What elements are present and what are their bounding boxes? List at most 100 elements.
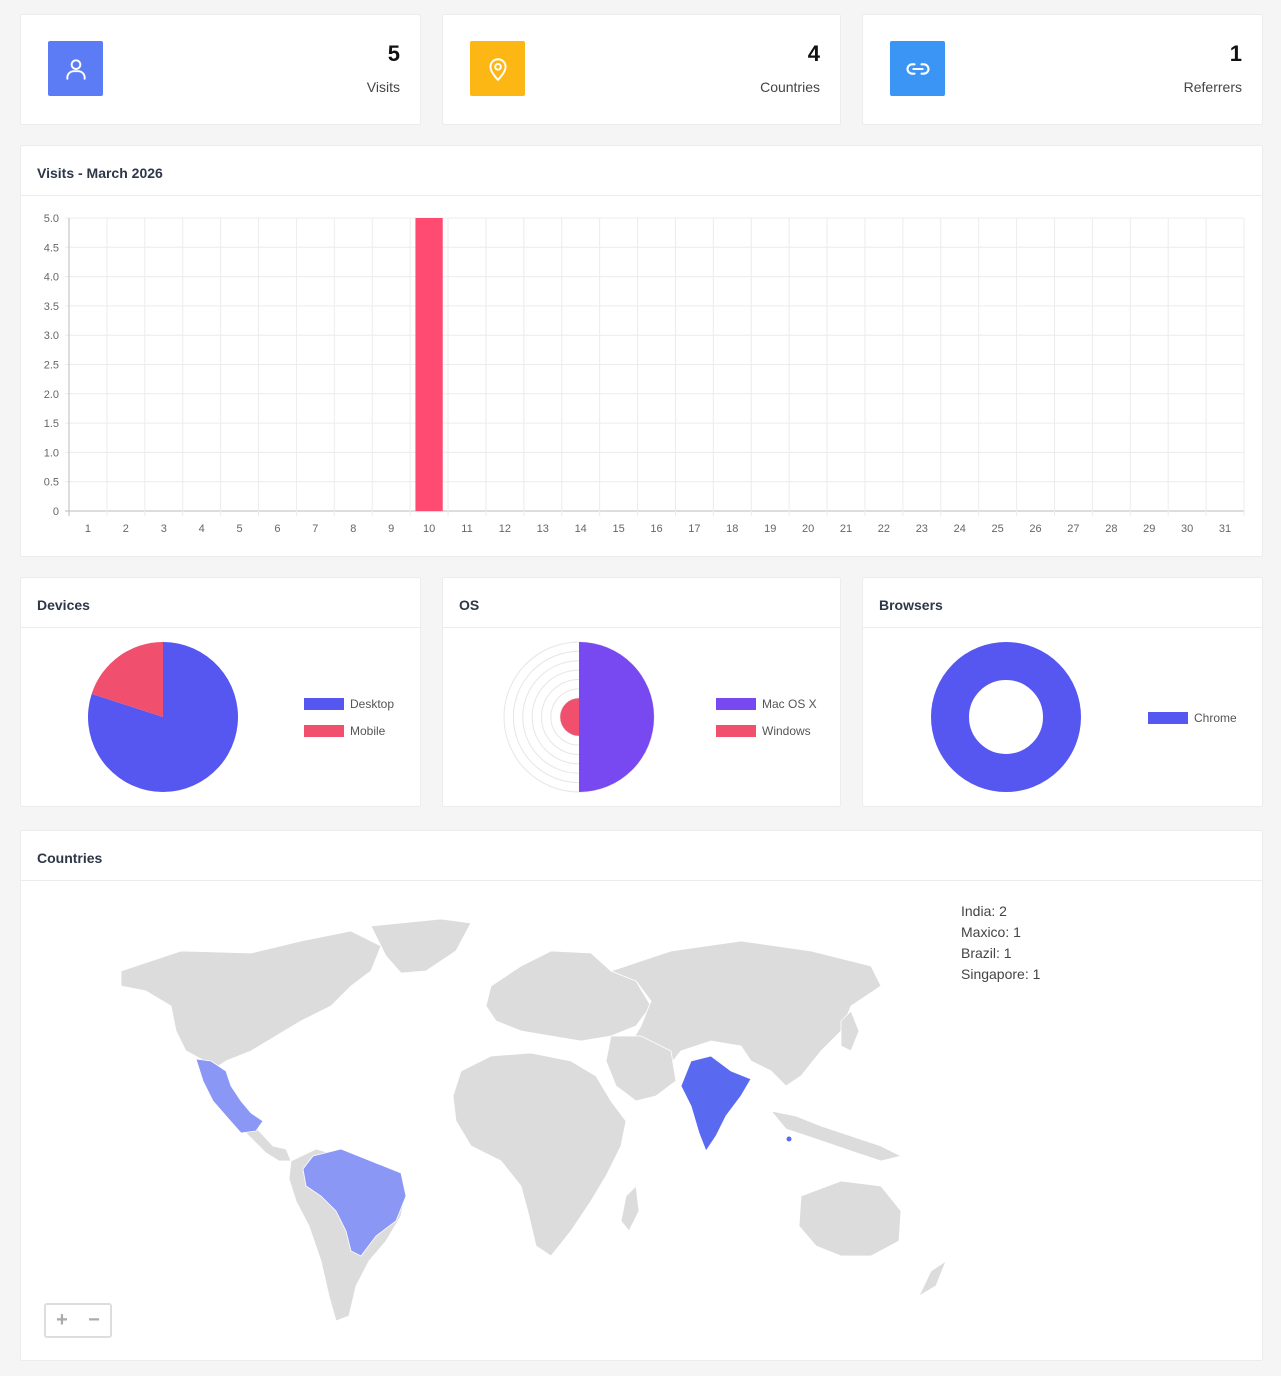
x-tick-label: 24 (954, 523, 966, 535)
bar[interactable] (415, 218, 443, 511)
devices-legend: Desktop Mobile (304, 690, 394, 744)
x-tick-label: 29 (1143, 523, 1155, 535)
browsers-title: Browsers (863, 578, 1262, 628)
zoom-in-button[interactable]: + (46, 1305, 78, 1336)
legend-item-mobile[interactable]: Mobile (304, 717, 394, 744)
x-tick-label: 2 (123, 523, 129, 535)
map-country-india[interactable] (680, 1055, 752, 1152)
x-tick-label: 7 (312, 523, 318, 535)
visits-chart-title: Visits - March 2026 (21, 146, 1262, 196)
x-tick-label: 5 (237, 523, 243, 535)
x-tick-label: 25 (992, 523, 1004, 535)
zoom-out-button[interactable]: − (78, 1305, 110, 1336)
x-tick-label: 9 (388, 523, 394, 535)
legend-item-chrome[interactable]: Chrome (1148, 704, 1237, 731)
country-item-india: India: 2 (961, 903, 1007, 919)
y-tick-label: 2.0 (44, 389, 59, 401)
country-item-brazil: Brazil: 1 (961, 945, 1012, 961)
x-tick-label: 27 (1067, 523, 1079, 535)
legend-item-desktop[interactable]: Desktop (304, 690, 394, 717)
os-card: OS Mac OS X Windows (442, 577, 841, 807)
stat-label: Countries (760, 79, 820, 95)
legend-swatch (716, 724, 756, 737)
x-tick-label: 1 (85, 523, 91, 535)
stat-value: 1 (1229, 41, 1242, 66)
devices-pie-chart (88, 642, 238, 792)
y-tick-label: 4.5 (44, 242, 59, 254)
map-region-madagascar[interactable] (620, 1185, 640, 1232)
world-map[interactable] (51, 911, 951, 1341)
legend-label: Desktop (350, 696, 395, 711)
country-visit-list: India: 2 Maxico: 1 Brazil: 1 Singapore: … (961, 901, 1040, 985)
polar-slice[interactable] (560, 698, 579, 736)
legend-swatch (716, 697, 756, 710)
x-tick-label: 4 (199, 523, 205, 535)
y-tick-label: 2.5 (44, 360, 59, 372)
x-tick-label: 13 (537, 523, 549, 535)
x-tick-label: 18 (726, 523, 738, 535)
map-region-greenland[interactable] (370, 918, 472, 974)
chart-slice[interactable] (931, 642, 1081, 792)
legend-label: Windows (762, 723, 811, 738)
y-tick-label: 4.0 (44, 272, 59, 284)
country-item-mexico: Maxico: 1 (961, 924, 1021, 940)
y-tick-label: 3.0 (44, 330, 59, 342)
map-country-singapore[interactable] (786, 1136, 792, 1142)
map-region-africa[interactable] (452, 1052, 627, 1257)
legend-swatch (304, 724, 344, 737)
stat-card-referrers: 1 Referrers (862, 14, 1263, 125)
x-tick-label: 8 (350, 523, 356, 535)
countries-card: Countries India: 2 Maxico: 1 Brazil: 1 S… (20, 830, 1263, 1361)
polar-slice[interactable] (579, 642, 654, 792)
map-zoom-controls: + − (44, 1303, 112, 1338)
x-tick-label: 26 (1029, 523, 1041, 535)
user-icon (48, 41, 103, 96)
stat-card-visits: 5 Visits (20, 14, 421, 125)
x-tick-label: 28 (1105, 523, 1117, 535)
stat-card-countries: 4 Countries (442, 14, 841, 125)
legend-label: Mac OS X (762, 696, 817, 711)
x-tick-label: 23 (916, 523, 928, 535)
x-tick-label: 16 (650, 523, 662, 535)
legend-item-windows[interactable]: Windows (716, 717, 817, 744)
x-tick-label: 21 (840, 523, 852, 535)
os-polar-chart (503, 641, 655, 793)
os-title: OS (443, 578, 840, 628)
y-tick-label: 5.0 (44, 213, 59, 225)
x-tick-label: 12 (499, 523, 511, 535)
browsers-legend: Chrome (1148, 704, 1237, 731)
os-legend: Mac OS X Windows (716, 690, 817, 744)
browsers-card: Browsers Chrome (862, 577, 1263, 807)
map-region-new-zealand[interactable] (918, 1259, 947, 1298)
map-region-australia[interactable] (798, 1180, 902, 1257)
legend-swatch (304, 697, 344, 710)
x-tick-label: 20 (802, 523, 814, 535)
link-icon (890, 41, 945, 96)
stat-value: 4 (807, 41, 820, 66)
map-region-southeast-asia[interactable] (769, 1110, 903, 1162)
map-region-north-america[interactable] (120, 930, 382, 1072)
browsers-doughnut-chart (931, 642, 1081, 792)
x-tick-label: 15 (612, 523, 624, 535)
visits-bar-chart: 00.51.01.52.02.53.03.54.04.55.01 2 3 4 5 6 7 8 9… (44, 213, 1245, 535)
y-tick-label: 0.5 (44, 477, 59, 489)
x-tick-label: 11 (461, 523, 472, 535)
countries-title: Countries (21, 831, 1262, 881)
visits-chart-card: Visits - March 2026 0 0.5 1.0 1.5 2.0 2.5 3.0 3… (20, 145, 1263, 557)
y-tick-label: 1.5 (44, 418, 59, 430)
stat-value: 5 (387, 41, 400, 66)
devices-card: Devices Desktop Mobile (20, 577, 421, 807)
x-tick-label: 14 (575, 523, 587, 535)
x-tick-label: 3 (161, 523, 167, 535)
y-tick-label: 0 (53, 506, 59, 518)
legend-label: Mobile (350, 723, 386, 738)
legend-swatch (1148, 711, 1188, 724)
legend-item-macos[interactable]: Mac OS X (716, 690, 817, 717)
x-tick-label: 30 (1181, 523, 1193, 535)
devices-title: Devices (21, 578, 420, 628)
map-country-mexico[interactable] (195, 1058, 264, 1134)
y-tick-label: 1.0 (44, 447, 59, 459)
legend-label: Chrome (1194, 710, 1237, 725)
map-pin-icon (470, 41, 525, 96)
map-region-europe[interactable] (485, 950, 652, 1042)
